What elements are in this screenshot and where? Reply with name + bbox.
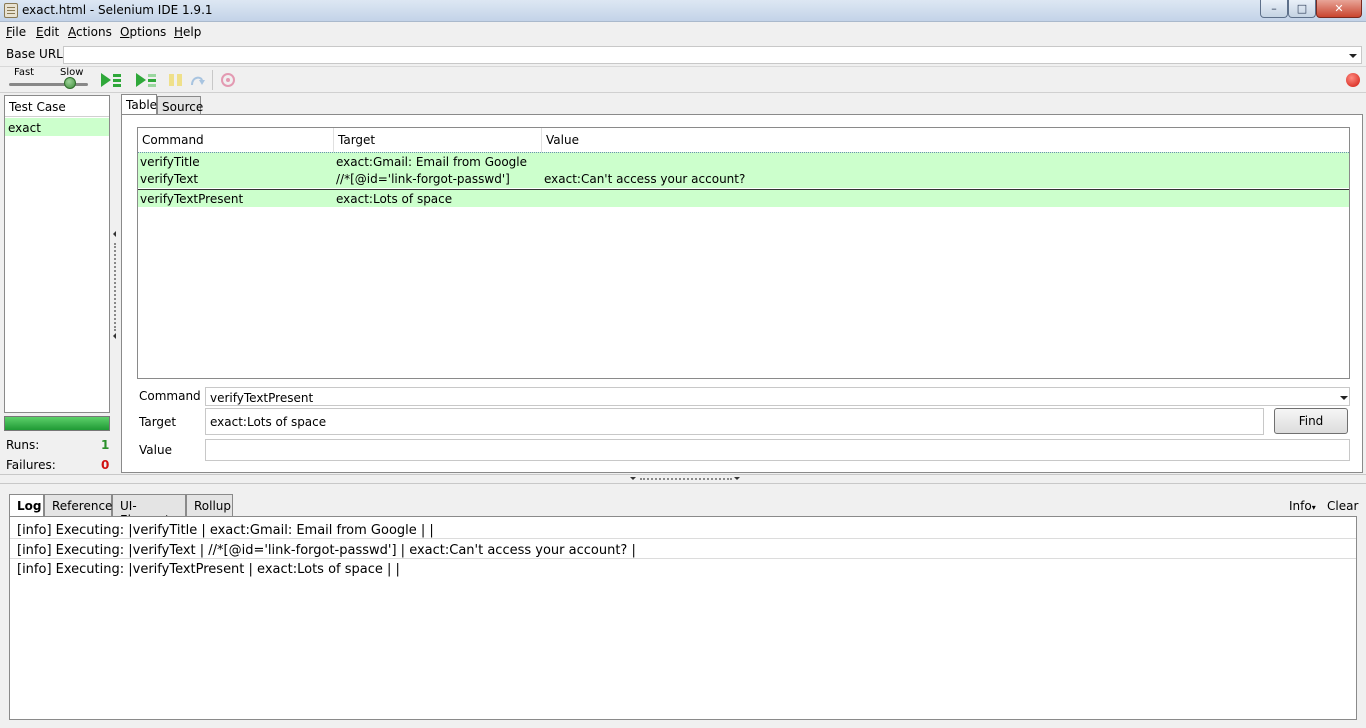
target-label: Target [139,415,177,429]
runs-count: 1 [101,438,110,452]
log-entry: [info] Executing: |verifyTextPresent | e… [17,562,400,577]
record-icon[interactable] [1346,73,1360,87]
vertical-splitter[interactable] [112,225,118,345]
menu-bar: File Edit Actions Options Help [0,22,1366,42]
menu-options[interactable]: Options [120,25,166,39]
tab-rollup[interactable]: Rollup [186,494,233,517]
log-entry: [info] Executing: |verifyTitle | exact:G… [10,520,1356,539]
command-table: Command Target Value verifyTitle exact:G… [137,127,1350,379]
divider [0,474,1366,475]
title-bar: exact.html - Selenium IDE 1.9.1 – □ ✕ [0,0,1366,22]
target-input[interactable]: exact:Lots of space [205,408,1264,435]
chevron-down-icon[interactable] [1349,54,1357,58]
collapse-down-icon[interactable] [734,477,740,480]
clear-button[interactable]: Clear [1327,499,1358,513]
cell-target: exact:Lots of space [336,192,453,206]
menu-help[interactable]: Help [174,25,201,39]
close-button[interactable]: ✕ [1316,0,1362,18]
test-case-header: Test Case [5,96,109,117]
value-input[interactable] [205,439,1350,461]
cell-command: verifyText [140,172,199,186]
table-row-selected[interactable]: verifyTextPresent exact:Lots of space [138,189,1349,207]
base-url-label: Base URL [6,47,63,61]
cell-command: verifyTextPresent [140,192,244,206]
info-level-dropdown[interactable]: Info▾ [1289,499,1316,513]
speed-slider-track[interactable] [9,83,88,86]
command-value: verifyTextPresent [210,391,314,405]
tab-log[interactable]: Log [9,494,44,518]
divider [0,483,1366,484]
collapse-left-icon[interactable] [113,333,116,339]
play-current-icon[interactable] [135,72,157,88]
speed-fast-label: Fast [14,67,35,78]
progress-bar [4,416,110,431]
table-row[interactable]: verifyText //*[@id='link-forgot-passwd']… [138,170,1349,188]
tab-table[interactable]: Table [121,94,157,115]
log-panel: [info] Executing: |verifyTitle | exact:G… [9,516,1357,720]
cell-target: exact:Gmail: Email from Google [336,155,528,169]
test-case-list: Test Case exact [4,95,110,413]
base-url-input[interactable] [63,46,1362,64]
chevron-down-icon[interactable] [1340,396,1348,400]
cell-target: //*[@id='link-forgot-passwd'] [336,172,510,186]
value-label: Value [139,443,172,457]
collapse-left-icon[interactable] [113,231,116,237]
splitter-grip [114,243,116,331]
tab-ui-element[interactable]: UI-Element [112,494,186,527]
menu-file[interactable]: File [6,25,26,39]
cell-value: exact:Can't access your account? [544,172,746,186]
toolbar: Fast Slow [0,66,1366,93]
play-all-icon[interactable] [100,72,122,88]
chevron-down-icon: ▾ [1311,503,1316,512]
command-label: Command [139,389,201,403]
find-button[interactable]: Find [1274,408,1348,434]
speed-slider-thumb[interactable] [64,77,76,89]
cell-command: verifyTitle [140,155,200,169]
tab-source[interactable]: Source [157,96,203,115]
menu-edit[interactable]: Edit [36,25,59,39]
menu-actions[interactable]: Actions [68,25,112,39]
step-icon[interactable] [188,72,210,88]
app-icon [4,3,18,18]
log-entry: [info] Executing: |verifyText | //*[@id=… [10,540,1356,559]
tab-reference[interactable]: Reference [44,494,112,517]
command-input[interactable]: verifyTextPresent [205,387,1350,406]
splitter-grip [640,478,732,480]
failures-label: Failures: [6,458,56,472]
pause-icon[interactable] [166,72,188,88]
minimize-button[interactable]: – [1260,0,1288,18]
failures-count: 0 [101,458,110,472]
info-label: Info [1289,499,1312,513]
column-header-command[interactable]: Command [138,128,334,152]
test-case-item[interactable]: exact [5,118,109,136]
horizontal-splitter[interactable] [0,474,1366,484]
table-row[interactable]: verifyTitle exact:Gmail: Email from Goog… [138,152,1349,170]
window-title: exact.html - Selenium IDE 1.9.1 [22,3,213,17]
collapse-down-icon[interactable] [630,477,636,480]
column-header-target[interactable]: Target [334,128,542,152]
column-header-value[interactable]: Value [542,128,1349,152]
rollup-icon[interactable] [218,72,240,88]
runs-label: Runs: [6,438,40,452]
toolbar-separator [212,70,213,90]
maximize-button[interactable]: □ [1288,0,1316,18]
target-value: exact:Lots of space [210,415,327,429]
